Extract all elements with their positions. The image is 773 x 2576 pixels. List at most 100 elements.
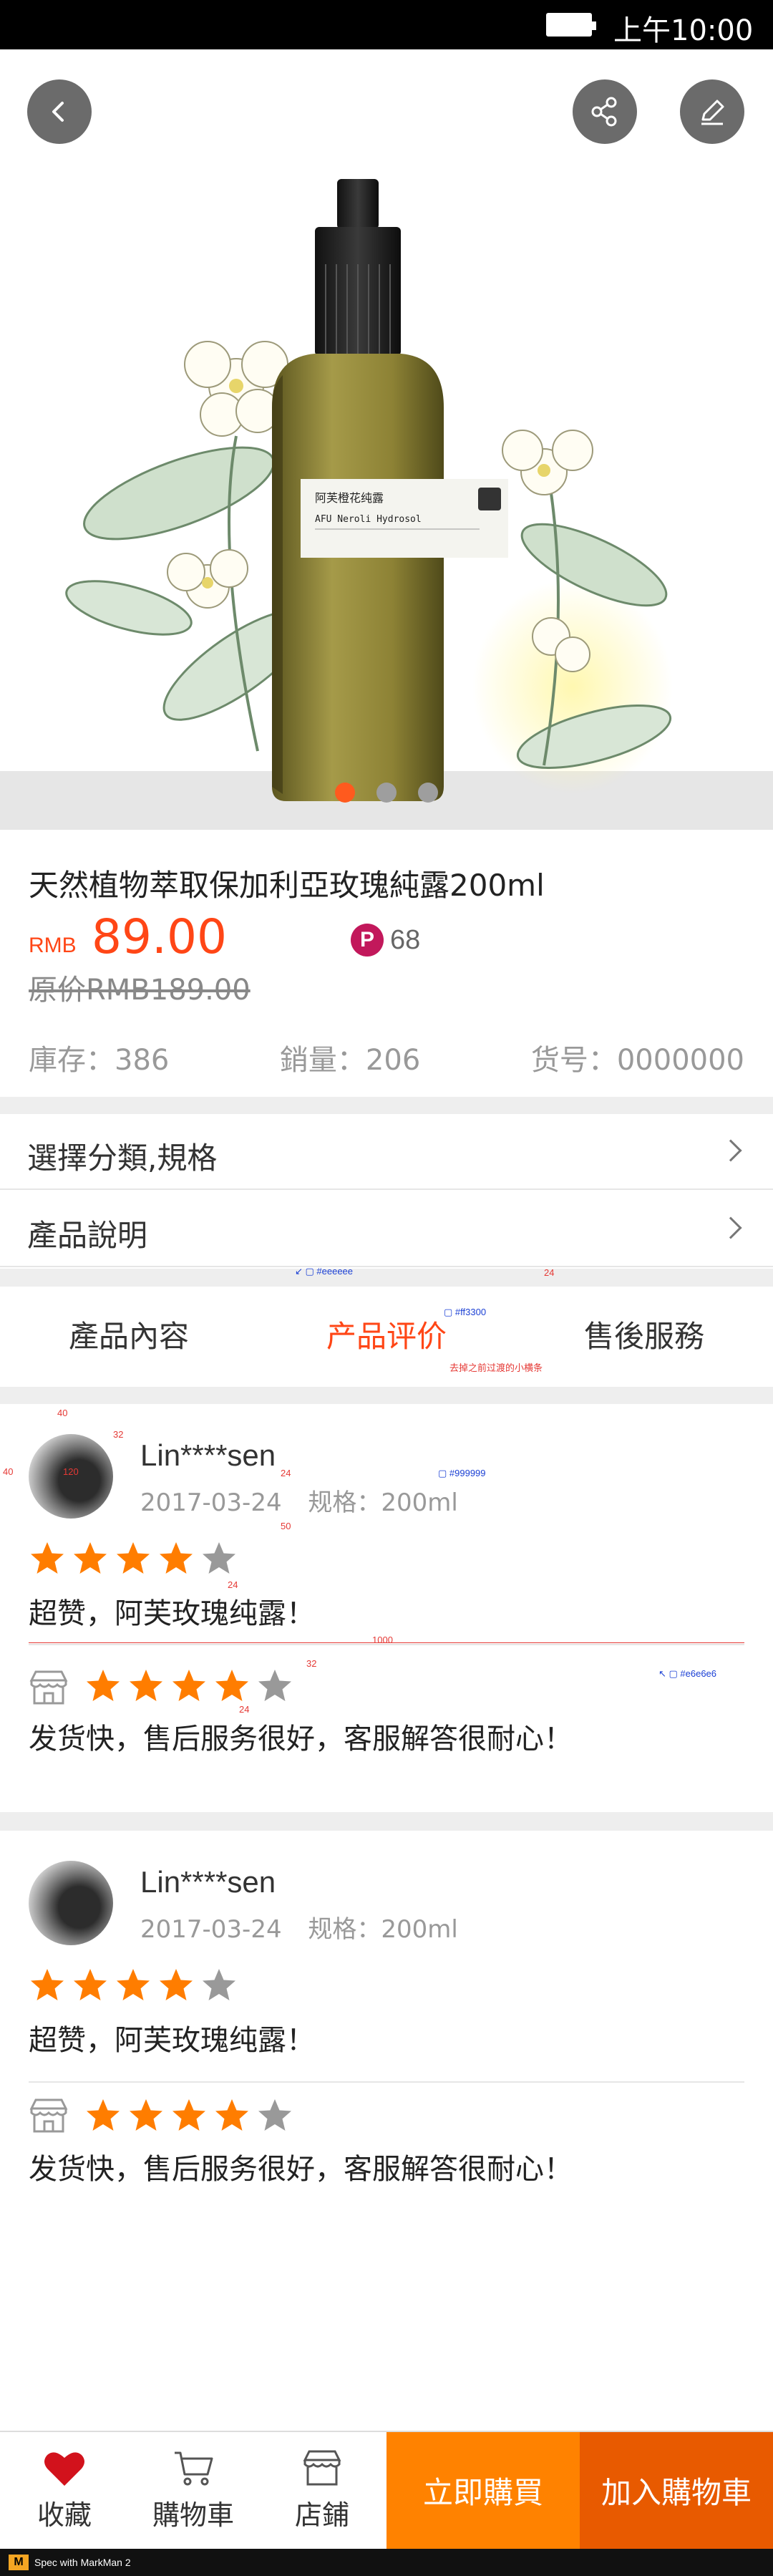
- review-divider: [29, 2081, 744, 2083]
- star-filled-icon: [87, 2099, 120, 2131]
- section-gap: [0, 1812, 773, 1831]
- shop-rating-stars: [84, 1667, 293, 1705]
- svg-text:阿芙橙花纯露: 阿芙橙花纯露: [315, 491, 384, 505]
- annotation-dimension: 120: [63, 1466, 79, 1477]
- add-to-cart-button[interactable]: 加入購物車: [580, 2432, 773, 2549]
- review-card: Lin****sen 2017-03-24 规格：200ml 超赞，阿芙玫瑰纯露…: [0, 1831, 773, 2260]
- share-icon: [591, 97, 617, 127]
- points-value: 68: [390, 925, 421, 955]
- shop-icon: [29, 2098, 68, 2133]
- reviewer-name: Lin****sen: [140, 1438, 276, 1472]
- bottle-illustration: 阿芙橙花纯露 AFU Neroli Hydrosol: [272, 179, 508, 801]
- favorite-label: 收藏: [37, 2499, 92, 2531]
- review-meta: 2017-03-24 规格：200ml: [140, 1909, 458, 1945]
- tab-after-sales[interactable]: 售後服務: [515, 1287, 773, 1387]
- select-spec-row[interactable]: 選擇分類,規格: [0, 1114, 773, 1190]
- chevron-left-icon: [52, 102, 64, 122]
- star-filled-icon: [130, 1670, 162, 1701]
- star-filled-icon: [130, 2099, 162, 2131]
- original-price: 原价RMB189.00: [29, 974, 251, 1007]
- review-spec: 规格：200ml: [308, 1488, 458, 1517]
- product-description-row[interactable]: 產品說明: [0, 1191, 773, 1267]
- product-image-carousel[interactable]: 阿芙橙花纯露 AFU Neroli Hydrosol: [0, 49, 773, 830]
- annotation-dimension: 40: [57, 1408, 68, 1418]
- review-date: 2017-03-24: [140, 1915, 282, 1944]
- product-rating-stars: [29, 1967, 238, 2004]
- buy-now-button[interactable]: 立即購買: [386, 2432, 580, 2549]
- shop-comment: 发货快，售后服务很好，客服解答很耐心！: [29, 1723, 573, 1756]
- select-spec-label: 選擇分類,規格: [27, 1141, 218, 1176]
- heart-icon: [44, 2452, 84, 2486]
- stock-count: 庫存：386: [29, 1044, 170, 1077]
- annotation-note: 去掉之前过渡的小横条: [449, 1362, 543, 1373]
- back-button[interactable]: [27, 79, 92, 144]
- product-title: 天然植物萃取保加利亞玫瑰純露200ml: [29, 868, 545, 903]
- cart-button[interactable]: 購物車: [129, 2432, 258, 2549]
- chevron-right-icon: [719, 1216, 742, 1239]
- product-tabs: 產品內容 产品评价 售後服務: [0, 1287, 773, 1387]
- carousel-indicator: [0, 783, 773, 803]
- reviewer-name: Lin****sen: [140, 1865, 276, 1899]
- star-filled-icon: [160, 1542, 193, 1574]
- review-date: 2017-03-24: [140, 1488, 282, 1517]
- watermark-text: Spec with MarkMan 2: [34, 2557, 131, 2568]
- price-currency: RMB: [29, 934, 77, 957]
- chevron-right-icon: [719, 1139, 742, 1162]
- product-description-label: 產品說明: [27, 1218, 148, 1253]
- annotation-dimension: 50: [281, 1521, 291, 1531]
- avatar: [29, 1861, 113, 1945]
- svg-text:AFU Neroli Hydrosol: AFU Neroli Hydrosol: [315, 514, 422, 525]
- sales-count: 銷量：206: [279, 1044, 421, 1077]
- cart-label: 購物車: [152, 2499, 234, 2531]
- shop-button[interactable]: 店鋪: [258, 2432, 386, 2549]
- shop-rating-stars: [84, 2097, 293, 2134]
- edit-button[interactable]: [680, 79, 744, 144]
- review-card: Lin****sen 2017-03-24 规格：200ml 超赞，阿芙玫瑰纯露…: [0, 1404, 773, 1812]
- star-filled-icon: [31, 1542, 64, 1574]
- product-photo: 阿芙橙花纯露 AFU Neroli Hydrosol: [65, 179, 673, 801]
- annotation-label: ↙ ▢ #eeeeee: [295, 1266, 354, 1277]
- star-empty-icon: [203, 1542, 235, 1574]
- markman-logo: M: [9, 2555, 29, 2570]
- review-comment: 超赞，阿芙玫瑰纯露！: [29, 1597, 315, 1630]
- status-bar: 上午10:00: [0, 0, 773, 49]
- star-filled-icon: [87, 1670, 120, 1701]
- star-empty-icon: [203, 1969, 235, 2000]
- annotation-dimension: 32: [306, 1658, 317, 1669]
- review-meta: 2017-03-24 规格：200ml: [140, 1483, 458, 1518]
- annotation-label: ↖ ▢ #e6e6e6: [658, 1668, 717, 1679]
- annotation-dimension: 1000: [372, 1635, 393, 1645]
- bottom-action-bar: 收藏 購物車 店鋪 立即購買 加入購物車: [0, 2431, 773, 2549]
- battery-icon: [546, 13, 596, 37]
- star-filled-icon: [215, 2099, 248, 2131]
- share-button[interactable]: [573, 79, 637, 144]
- carousel-dot[interactable]: [376, 783, 397, 803]
- annotation-dimension: 24: [544, 1267, 555, 1278]
- annotation-dimension: 24: [239, 1704, 250, 1715]
- star-filled-icon: [31, 1969, 64, 2000]
- shop-comment: 发货快，售后服务很好，客服解答很耐心！: [29, 2153, 573, 2186]
- star-filled-icon: [117, 1969, 150, 2000]
- favorite-button[interactable]: 收藏: [0, 2432, 129, 2549]
- star-filled-icon: [74, 1542, 107, 1574]
- sku-number: 货号：0000000: [530, 1044, 744, 1077]
- review-comment: 超赞，阿芙玫瑰纯露！: [29, 2024, 315, 2057]
- annotation-label: ▢ #ff3300: [444, 1307, 487, 1317]
- review-spec: 规格：200ml: [308, 1915, 458, 1944]
- star-filled-icon: [117, 1542, 150, 1574]
- points-icon: P: [351, 924, 384, 957]
- annotation-label: ▢ #999999: [438, 1468, 486, 1478]
- star-filled-icon: [215, 1670, 248, 1701]
- annotation-dimension: 32: [113, 1429, 124, 1440]
- shop-icon: [29, 1670, 68, 1705]
- shop-label: 店鋪: [294, 2499, 349, 2531]
- section-gap: [0, 1269, 773, 1287]
- carousel-dot[interactable]: [418, 783, 438, 803]
- price-value: 89.00: [92, 909, 227, 964]
- tab-product-content[interactable]: 產品內容: [0, 1287, 258, 1387]
- cart-icon: [175, 2451, 213, 2486]
- price-row: RMB 89.00 P 68: [29, 909, 744, 967]
- annotation-dimension: 40: [3, 1466, 14, 1477]
- carousel-dot[interactable]: [335, 783, 355, 803]
- star-filled-icon: [172, 2099, 205, 2131]
